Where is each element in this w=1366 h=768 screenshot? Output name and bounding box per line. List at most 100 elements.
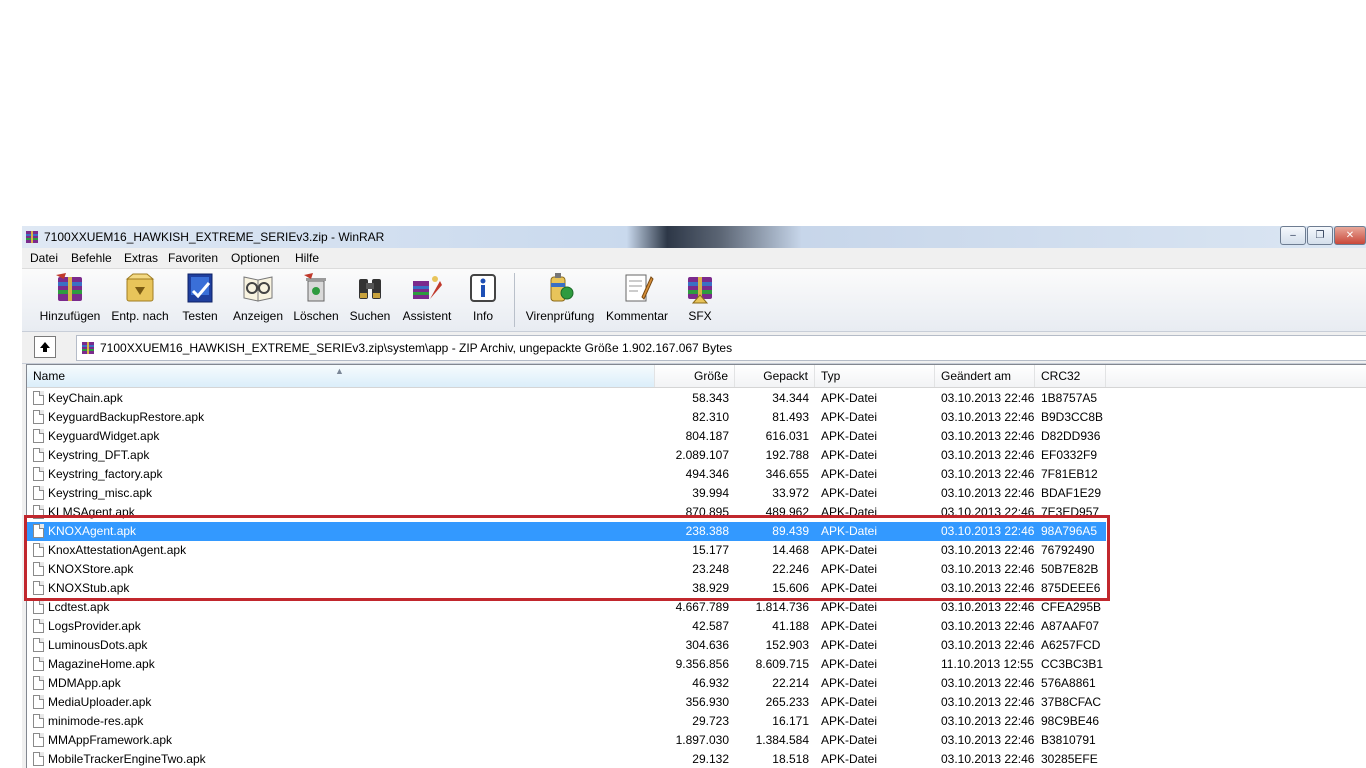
path-field[interactable]: 7100XXUEM16_HAWKISH_EXTREME_SERIEv3.zip\… (76, 335, 1366, 361)
menu-favoriten[interactable]: Favoriten (168, 251, 218, 265)
menu-extras[interactable]: Extras (124, 251, 158, 265)
file-icon (33, 505, 44, 519)
table-row[interactable]: MobileTrackerEngineTwo.apk 29.132 18.518 AP… (27, 750, 1106, 768)
cell-packed: 8.609.715 (755, 657, 809, 671)
table-row[interactable]: LogsProvider.apk 42.587 41.188 APK-Datei 03.… (27, 617, 1106, 636)
cell-packed: 33.972 (772, 486, 809, 500)
sfx-button[interactable]: SFX (680, 271, 720, 329)
wizard-label: Assistent (402, 309, 452, 323)
cell-size: 804.187 (685, 429, 729, 443)
close-button[interactable]: ✕ (1334, 226, 1366, 245)
table-row[interactable]: KNOXStore.apk 23.248 22.246 APK-Datei 03.10.… (27, 560, 1106, 579)
delete-button[interactable]: Löschen (292, 271, 340, 329)
cell-packed: 81.493 (772, 410, 809, 424)
virus-scan-button[interactable]: Virenprüfung (523, 271, 597, 329)
cell-crc: 576A8861 (1041, 676, 1096, 690)
sort-ascending-icon: ▲ (335, 366, 344, 376)
cell-type: APK-Datei (821, 543, 878, 557)
cell-type: APK-Datei (821, 467, 878, 481)
column-modified[interactable]: Geändert am (935, 365, 1035, 387)
toolbar: Hinzufügen Entp. nach Testen Anzeigen Lö… (22, 269, 1366, 332)
file-icon (33, 448, 44, 462)
file-icon (33, 429, 44, 443)
cell-name: KLMSAgent.apk (48, 505, 135, 519)
cell-size: 38.929 (692, 581, 729, 595)
column-crc[interactable]: CRC32 (1035, 365, 1106, 387)
cell-modified: 03.10.2013 22:46 (941, 676, 1035, 690)
table-row[interactable]: KeyguardWidget.apk 804.187 616.031 APK-Date… (27, 427, 1106, 446)
table-row[interactable]: MMAppFramework.apk 1.897.030 1.384.584 APK-… (27, 731, 1106, 750)
maximize-button[interactable]: ❐ (1307, 226, 1333, 245)
minimize-button[interactable]: – (1280, 226, 1306, 245)
table-row[interactable]: KNOXStub.apk 38.929 15.606 APK-Datei 03.10.2… (27, 579, 1106, 598)
winrar-app-icon (26, 231, 38, 243)
cell-modified: 03.10.2013 22:46 (941, 505, 1035, 519)
column-packed[interactable]: Gepackt (735, 365, 815, 387)
comment-button[interactable]: Kommentar (604, 271, 670, 329)
table-row[interactable]: Keystring_factory.apk 494.346 346.655 APK-D… (27, 465, 1106, 484)
find-button[interactable]: Suchen (346, 271, 394, 329)
table-row[interactable]: KeyChain.apk 58.343 34.344 APK-Datei 03.10.2… (27, 389, 1106, 408)
test-label: Testen (182, 309, 218, 323)
file-icon (33, 391, 44, 405)
view-button[interactable]: Anzeigen (230, 271, 286, 329)
file-icon (33, 695, 44, 709)
column-name-label: Name (33, 369, 66, 383)
table-row[interactable]: Keystring_DFT.apk 2.089.107 192.788 APK-Dat… (27, 446, 1106, 465)
cell-name: Keystring_DFT.apk (48, 448, 150, 462)
cell-crc: BDAF1E29 (1041, 486, 1102, 500)
cell-size: 23.248 (692, 562, 729, 576)
table-row[interactable]: minimode-res.apk 29.723 16.171 APK-Datei 03.… (27, 712, 1106, 731)
cell-size: 15.177 (692, 543, 729, 557)
archive-icon (82, 342, 94, 354)
extract-button[interactable]: Entp. nach (110, 271, 170, 329)
menu-hilfe[interactable]: Hilfe (295, 251, 319, 265)
cell-packed: 489.962 (765, 505, 809, 519)
view-icon (243, 276, 273, 302)
cell-crc: 30285EFE (1041, 752, 1098, 766)
cell-crc: 50B7E82B (1041, 562, 1099, 576)
table-row[interactable]: KeyguardBackupRestore.apk 82.310 81.493 APK… (27, 408, 1106, 427)
file-icon (33, 733, 44, 747)
table-row[interactable]: Lcdtest.apk 4.667.789 1.814.736 APK-Datei 03… (27, 598, 1106, 617)
cell-modified: 03.10.2013 22:46 (941, 391, 1035, 405)
column-name[interactable]: Name ▲ (27, 365, 655, 387)
test-button[interactable]: Testen (178, 271, 222, 329)
cell-crc: 76792490 (1041, 543, 1095, 557)
menu-datei[interactable]: Datei (30, 251, 58, 265)
table-row[interactable]: LuminousDots.apk 304.636 152.903 APK-Datei 0… (27, 636, 1106, 655)
add-button[interactable]: Hinzufügen (38, 271, 102, 329)
table-row[interactable]: KNOXAgent.apk 238.388 89.439 APK-Datei 03.10… (27, 522, 1106, 541)
cell-name: KnoxAttestationAgent.apk (48, 543, 187, 557)
title-bar[interactable]: 7100XXUEM16_HAWKISH_EXTREME_SERIEv3.zip … (22, 226, 1366, 248)
cell-crc: 98A796A5 (1041, 524, 1098, 538)
cell-modified: 03.10.2013 22:46 (941, 752, 1035, 766)
menu-befehle[interactable]: Befehle (71, 251, 112, 265)
cell-modified: 03.10.2013 22:46 (941, 448, 1035, 462)
table-row[interactable]: MDMApp.apk 46.932 22.214 APK-Datei 03.10.201… (27, 674, 1106, 693)
table-row[interactable]: Keystring_misc.apk 39.994 33.972 APK-Datei 0… (27, 484, 1106, 503)
up-folder-button[interactable] (34, 336, 56, 358)
file-icon (33, 657, 44, 671)
cell-crc: 7F81EB12 (1041, 467, 1098, 481)
cell-type: APK-Datei (821, 562, 878, 576)
cell-packed: 22.246 (772, 562, 809, 576)
cell-name: MMAppFramework.apk (48, 733, 173, 747)
column-type[interactable]: Typ (815, 365, 935, 387)
cell-crc: 37B8CFAC (1041, 695, 1102, 709)
toolbar-separator (514, 273, 515, 327)
info-button[interactable]: Info (463, 271, 503, 329)
cell-modified: 03.10.2013 22:46 (941, 524, 1035, 538)
cell-type: APK-Datei (821, 505, 878, 519)
cell-crc: D82DD936 (1041, 429, 1101, 443)
table-row[interactable]: MagazineHome.apk 9.356.856 8.609.715 APK-Da… (27, 655, 1106, 674)
wizard-button[interactable]: Assistent (402, 271, 452, 329)
column-size[interactable]: Größe (655, 365, 735, 387)
table-row[interactable]: KnoxAttestationAgent.apk 15.177 14.468 APK-… (27, 541, 1106, 560)
cell-modified: 03.10.2013 22:46 (941, 638, 1035, 652)
table-row[interactable]: KLMSAgent.apk 870.895 489.962 APK-Datei 03.1… (27, 503, 1106, 522)
menu-optionen[interactable]: Optionen (231, 251, 280, 265)
cell-type: APK-Datei (821, 391, 878, 405)
cell-size: 58.343 (692, 391, 729, 405)
table-row[interactable]: MediaUploader.apk 356.930 265.233 APK-Datei… (27, 693, 1106, 712)
